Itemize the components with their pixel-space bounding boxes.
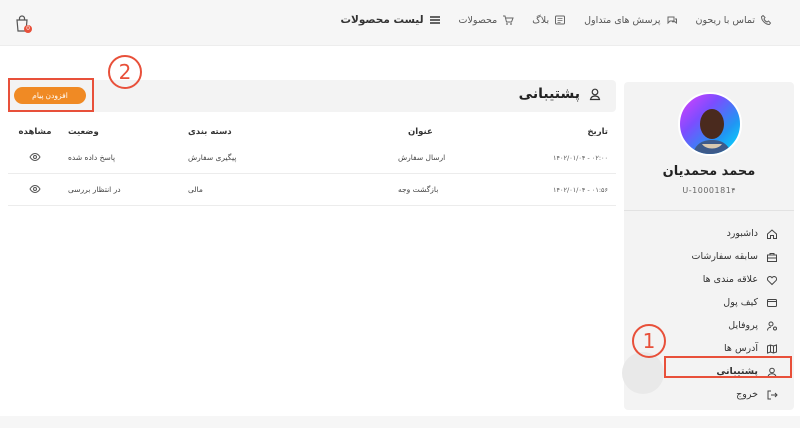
nav-contact[interactable]: تماس با ریحون — [696, 14, 772, 26]
wallet-icon — [767, 298, 777, 307]
cell-status: پاسخ داده شده — [68, 153, 116, 162]
tickets-table: تاریخ عنوان دسته بندی وضعیت مشاهده ۱۴۰۲/… — [8, 122, 616, 206]
menu-item-label: کیف پول — [723, 297, 758, 308]
col-view-header: مشاهده — [18, 127, 52, 137]
col-status-header: وضعیت — [68, 127, 99, 137]
menu-item-logout[interactable]: خروج — [634, 383, 784, 406]
support-menu-highlight — [664, 356, 792, 378]
orders-icon — [767, 252, 777, 262]
col-category-header: دسته بندی — [188, 127, 232, 137]
table-row: ۱۴۰۲/۰۱/۰۴ - ۰۱:۵۶ بازگشت وجه مالی در ان… — [8, 174, 616, 206]
cell-date: ۱۴۰۲/۰۱/۰۴ - ۰۱:۵۶ — [553, 185, 608, 194]
nav-faq[interactable]: پرسش های متداول — [584, 14, 677, 26]
home-icon — [767, 228, 777, 239]
menu-item-label: علاقه مندی ها — [702, 274, 758, 285]
col-title-header: عنوان — [408, 127, 433, 137]
main-nav: لیست محصولات محصولات بلاگ پرسش های متداو… — [340, 14, 772, 26]
chat-icon — [667, 16, 677, 25]
map-icon — [767, 343, 777, 354]
top-header: لیست محصولات محصولات بلاگ پرسش های متداو… — [0, 0, 800, 46]
phone-icon — [760, 14, 772, 26]
add-button-highlight — [8, 78, 94, 112]
menu-item-orders[interactable]: سابقه سفارشات — [634, 245, 784, 268]
support-title: پشتیبانی — [519, 86, 602, 102]
cart-count-badge: 0 — [24, 25, 32, 33]
menu-item-label: آدرس ها — [724, 343, 758, 354]
menu-item-label: خروج — [736, 389, 758, 400]
cell-view — [8, 151, 62, 165]
cell-category: مالی — [188, 185, 203, 194]
eye-icon[interactable] — [29, 151, 41, 163]
nav-contact-label: تماس با ریحون — [695, 14, 755, 26]
cell-date: ۱۴۰۲/۰۱/۰۴ - ۰۲:۰۰ — [553, 153, 608, 162]
footer-strip — [0, 416, 800, 428]
cell-category: پیگیری سفارش — [188, 153, 237, 162]
menu-item-label: پروفایل — [728, 320, 758, 331]
blog-icon — [555, 15, 566, 25]
cell-title: بازگشت وجه — [398, 185, 439, 194]
hamburger-icon — [429, 16, 440, 24]
cart-icon — [503, 15, 515, 25]
nav-blog[interactable]: بلاگ — [532, 14, 566, 26]
table-row: ۱۴۰۲/۰۱/۰۴ - ۰۲:۰۰ ارسال سفارش پیگیری سف… — [8, 142, 616, 174]
nav-blog-label: بلاگ — [532, 14, 550, 26]
logout-icon — [767, 390, 778, 399]
annotation-marker-2: 2 — [108, 55, 142, 89]
col-date-header: تاریخ — [587, 127, 608, 137]
menu-item-dashboard[interactable]: داشبورد — [634, 222, 784, 245]
card-divider — [624, 210, 794, 211]
cell-view — [8, 183, 62, 197]
nav-faq-label: پرسش های متداول — [584, 14, 661, 26]
nav-product-list[interactable]: لیست محصولات — [340, 14, 440, 26]
avatar-photo — [692, 109, 732, 154]
profile-name: محمد محمدیان — [662, 164, 756, 179]
user-settings-icon — [767, 321, 777, 331]
account-menu: داشبورد سابقه سفارشات علاقه مندی ها کیف … — [634, 222, 784, 406]
annotation-marker-1: 1 — [632, 324, 666, 358]
support-title-text: پشتیبانی — [518, 86, 580, 102]
table-header-row: تاریخ عنوان دسته بندی وضعیت مشاهده — [8, 122, 616, 142]
menu-item-favorites[interactable]: علاقه مندی ها — [634, 268, 784, 291]
menu-item-label: داشبورد — [726, 228, 758, 239]
avatar — [678, 92, 742, 156]
support-header: پشتیبانی افزودن پیام — [8, 80, 616, 112]
nav-product-list-label: لیست محصولات — [340, 14, 424, 26]
cell-status: در انتظار بررسی — [68, 185, 121, 194]
cell-title: ارسال سفارش — [398, 153, 446, 162]
eye-icon[interactable] — [29, 183, 41, 195]
heart-icon — [766, 275, 778, 285]
cart-button[interactable]: 0 — [14, 15, 32, 33]
menu-item-label: سابقه سفارشات — [691, 251, 758, 262]
profile-user-id: U-1000181۴ — [682, 186, 736, 195]
support-icon — [589, 88, 601, 101]
nav-products-label: محصولات — [458, 14, 498, 26]
menu-item-wallet[interactable]: کیف پول — [634, 291, 784, 314]
nav-products[interactable]: محصولات — [459, 14, 515, 26]
